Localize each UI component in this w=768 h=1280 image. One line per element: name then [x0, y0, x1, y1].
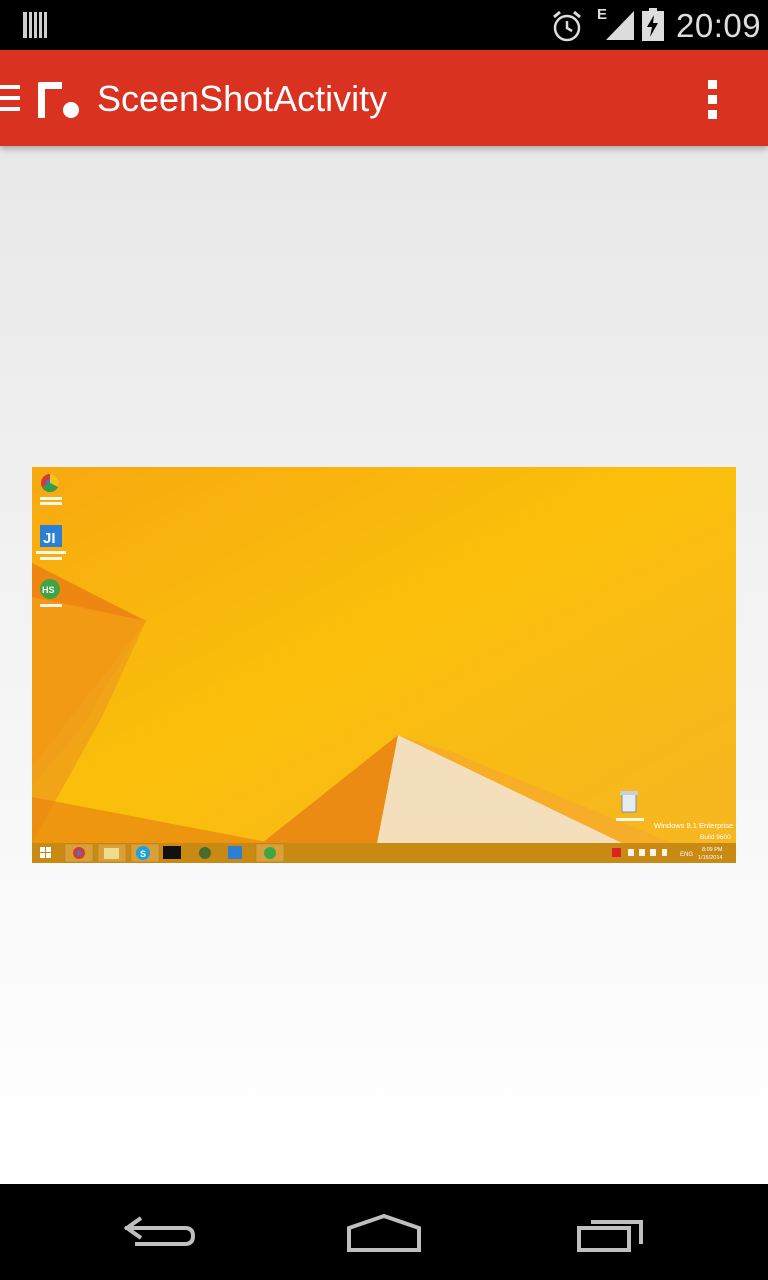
desktop-screenshot-image: JI HS Windows 8.1 Enterprise Build 9600	[32, 467, 736, 863]
signal-icon	[606, 11, 634, 40]
content-area: JI HS Windows 8.1 Enterprise Build 9600	[0, 146, 768, 1184]
tray-icon	[612, 848, 621, 857]
svg-text:S: S	[140, 849, 146, 859]
home-icon[interactable]	[329, 1206, 439, 1262]
app-logo	[38, 82, 79, 118]
windows-watermark-line2: Build 9600	[700, 834, 731, 841]
navigation-bar	[0, 1184, 768, 1280]
status-clock: 20:09	[676, 7, 762, 44]
toolbar-title: SceenShotActivity	[97, 78, 388, 119]
svg-text:HS: HS	[42, 585, 55, 595]
taskbar-language: ENG	[680, 852, 693, 858]
windows-watermark-line1: Windows 8.1 Enterprise	[654, 821, 733, 830]
app-toolbar: SceenShotActivity	[0, 50, 768, 146]
taskbar-intellij-icon	[228, 846, 242, 859]
menu-icon[interactable]	[0, 82, 22, 114]
alarm-icon	[553, 10, 581, 42]
svg-text:JI: JI	[43, 530, 56, 547]
taskbar-hs-icon	[264, 847, 276, 859]
overflow-menu-icon[interactable]	[698, 78, 728, 120]
back-icon[interactable]	[105, 1206, 215, 1262]
status-bar: E 20:09	[0, 0, 768, 50]
taskbar-android-icon	[199, 847, 211, 859]
taskbar-cmd-icon	[163, 846, 181, 859]
recents-icon[interactable]	[555, 1206, 665, 1262]
taskbar-time: 8:09 PM	[702, 847, 723, 853]
notification-icon	[23, 12, 47, 38]
taskbar-date: 1/16/2014	[698, 855, 722, 861]
taskbar-explorer-icon	[104, 848, 119, 859]
battery-charging-icon	[642, 8, 664, 41]
